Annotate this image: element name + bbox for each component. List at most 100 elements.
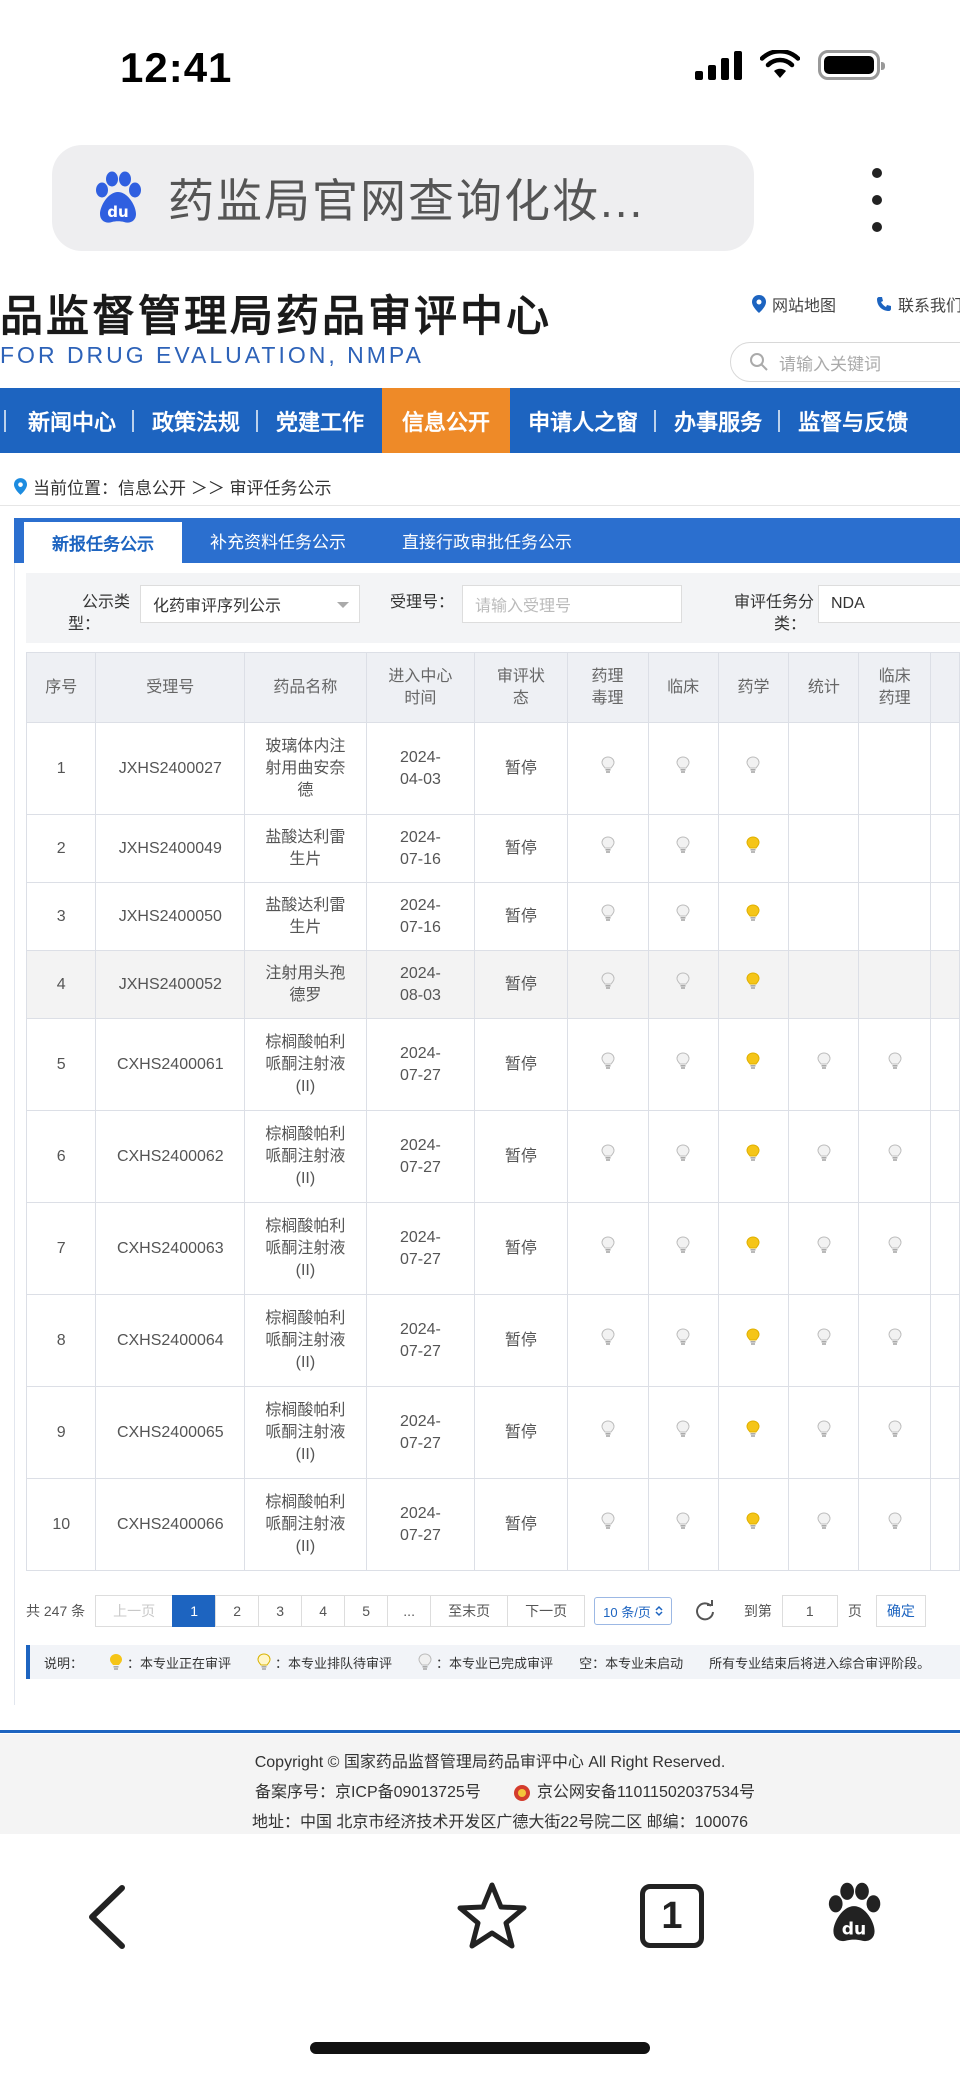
cell-progress — [788, 1386, 860, 1479]
footer-registration: 备案序号：京ICP备09013725号 京公网安备11011502037534号 — [0, 1778, 960, 1808]
site-search-input[interactable]: 请输入关键词 — [730, 342, 960, 382]
cell-status: 暂停 — [474, 950, 568, 1019]
page-3-button[interactable]: 3 — [258, 1595, 303, 1627]
goto-confirm-button[interactable]: 确定 — [875, 1595, 926, 1627]
cell-extra — [929, 1202, 960, 1295]
bulb-done-icon — [888, 1512, 902, 1529]
cell-accept-id: CXHS2400062 — [95, 1110, 246, 1203]
footer-police-wrap[interactable]: 京公网安备11011502037534号 — [513, 1778, 755, 1808]
cell-accept-id: CXHS2400064 — [95, 1294, 246, 1387]
task-table: 序号 受理号 药品名称 进入中心时间 审评状态 药理毒理 临床 药学 统计 临床… — [25, 652, 960, 1571]
tabs-count-button[interactable]: 1 — [640, 1884, 704, 1948]
cell-extra — [929, 814, 960, 883]
goto-page-input[interactable]: 1 — [781, 1595, 838, 1627]
nav-item-info-public[interactable]: 信息公开 — [382, 388, 511, 453]
contact-link[interactable]: 联系我们 — [876, 292, 960, 316]
category-label: 审评任务分 类： — [733, 594, 814, 633]
bulb-done-icon — [888, 1328, 902, 1345]
page-1-button[interactable]: 1 — [172, 1595, 217, 1627]
cell-accept-id: CXHS2400065 — [95, 1386, 246, 1479]
browser-search-bar[interactable]: du 药监局官网查询化妆... — [52, 145, 754, 251]
signal-icon — [695, 50, 742, 80]
category-select[interactable]: NDA — [818, 585, 960, 623]
sitemap-link[interactable]: 网站地图 — [752, 292, 836, 316]
tab-supplement-tasks[interactable]: 补充资料任务公示 — [182, 518, 374, 563]
cell-accept-id: JXHS2400050 — [95, 882, 246, 951]
table-row[interactable]: 5 CXHS2400061 棕榈酸帕利哌酮注射液(II) 2024-07-27 暂停 — [25, 1018, 960, 1111]
footer-icp[interactable]: 备案序号：京ICP备09013725号 — [255, 1778, 481, 1808]
bulb-queued-icon — [257, 1653, 271, 1670]
refresh-icon[interactable] — [694, 1600, 716, 1622]
accept-label: 受理号： — [389, 594, 454, 611]
type-select[interactable]: 化药审评序列公示 — [140, 585, 360, 623]
cell-progress — [858, 814, 931, 883]
type-select-value: 化药审评序列公示 — [153, 598, 282, 615]
page-5-button[interactable]: 5 — [344, 1595, 389, 1627]
cell-progress — [717, 1386, 790, 1479]
cell-extra — [929, 1018, 960, 1111]
next-page-button[interactable]: 下一页 — [507, 1595, 586, 1627]
cell-progress — [647, 882, 719, 951]
cell-progress — [788, 1202, 860, 1295]
table-row[interactable]: 1 JXHS2400027 玻璃体内注射用曲安奈德 2024-04-03 暂停 — [25, 722, 960, 815]
nav-item-policy[interactable]: 政策法规 — [134, 388, 259, 453]
cell-progress — [566, 1018, 649, 1111]
last-page-button[interactable]: 至末页 — [430, 1595, 509, 1627]
nav-item-news[interactable]: 新闻中心 — [10, 388, 135, 453]
table-row[interactable]: 7 CXHS2400063 棕榈酸帕利哌酮注射液(II) 2024-07-27 暂停 — [25, 1202, 960, 1295]
nav-item-party[interactable]: 党建工作 — [258, 388, 382, 453]
footer-address: 地址：中国 北京市经济技术开发区广德大街22号院二区 邮编：100076 — [251, 1814, 749, 1831]
cell-progress — [647, 1478, 719, 1571]
table-row[interactable]: 4 JXHS2400052 注射用头孢德罗 2024-08-03 暂停 — [25, 950, 960, 1019]
tab-new-tasks[interactable]: 新报任务公示 — [24, 522, 182, 563]
legend-queued: ：本专业排队待审评 — [275, 1655, 393, 1671]
table-row[interactable]: 3 JXHS2400050 盐酸达利雷生片 2024-07-16 暂停 — [25, 882, 960, 951]
col-header: 药理毒理 — [566, 652, 649, 723]
page-size-select[interactable]: 10 条/页 — [594, 1597, 672, 1625]
star-bookmark-icon[interactable] — [455, 1880, 529, 1952]
cell-extra — [929, 722, 960, 815]
prev-page-button[interactable]: 上一页 — [95, 1595, 174, 1627]
table-row[interactable]: 6 CXHS2400062 棕榈酸帕利哌酮注射液(II) 2024-07-27 暂停 — [25, 1110, 960, 1203]
accept-number-input[interactable]: 请输入受理号 — [462, 585, 682, 623]
tab-direct-approval-tasks[interactable]: 直接行政审批任务公示 — [374, 518, 600, 563]
browser-search-query: 药监局官网查询化妆... — [168, 175, 645, 227]
bulb-done-icon — [418, 1653, 432, 1670]
page-4-button[interactable]: 4 — [301, 1595, 346, 1627]
nav-item-applicant[interactable]: 申请人之窗 — [510, 388, 657, 453]
location-pin-icon — [14, 478, 27, 495]
cell-progress — [858, 950, 931, 1019]
baidu-paw-icon: du — [96, 171, 141, 223]
cell-status: 暂停 — [474, 1110, 568, 1203]
table-row[interactable]: 9 CXHS2400065 棕榈酸帕利哌酮注射液(II) 2024-07-27 暂停 — [25, 1386, 960, 1479]
cell-accept-id: CXHS2400063 — [95, 1202, 246, 1295]
main-nav: 新闻中心 政策法规 党建工作 信息公开 申请人之窗 办事服务 监督与反馈 — [0, 388, 960, 453]
cell-progress — [566, 1478, 649, 1571]
page-ellipsis[interactable]: ... — [387, 1595, 432, 1627]
cell-progress — [788, 1478, 860, 1571]
table-row[interactable]: 10 CXHS2400066 棕榈酸帕利哌酮注射液(II) 2024-07-27 暂停 — [25, 1478, 960, 1571]
baidu-home-icon[interactable]: du — [822, 1880, 886, 1946]
footer-copyright: Copyright © 国家药品监督管理局药品审评中心 All Right Re… — [254, 1754, 726, 1771]
top-links: 网站地图 联系我们 — [752, 292, 960, 316]
cell-progress — [717, 950, 790, 1019]
cell-progress — [717, 882, 790, 951]
legend-title: 说明： — [44, 1655, 84, 1671]
cell-progress — [647, 814, 719, 883]
status-icons — [695, 50, 885, 80]
cell-status: 暂停 — [474, 722, 568, 815]
cell-drug-name: 盐酸达利雷生片 — [244, 882, 367, 951]
back-arrow-icon[interactable] — [82, 1882, 132, 1952]
nav-item-services[interactable]: 办事服务 — [656, 388, 781, 453]
more-menu-icon[interactable] — [862, 168, 892, 232]
bulb-done-icon — [601, 1512, 615, 1529]
cell-date: 2024-07-27 — [365, 1202, 476, 1295]
nav-item-feedback[interactable]: 监督与反馈 — [780, 388, 926, 453]
cell-progress — [858, 1018, 931, 1111]
table-row[interactable]: 2 JXHS2400049 盐酸达利雷生片 2024-07-16 暂停 — [25, 814, 960, 883]
page-size-value: 10 条/页 — [603, 1604, 651, 1620]
cell-progress — [647, 1110, 719, 1203]
table-row[interactable]: 8 CXHS2400064 棕榈酸帕利哌酮注射液(II) 2024-07-27 暂停 — [25, 1294, 960, 1387]
cell-date: 2024-07-27 — [365, 1294, 476, 1387]
page-2-button[interactable]: 2 — [215, 1595, 260, 1627]
